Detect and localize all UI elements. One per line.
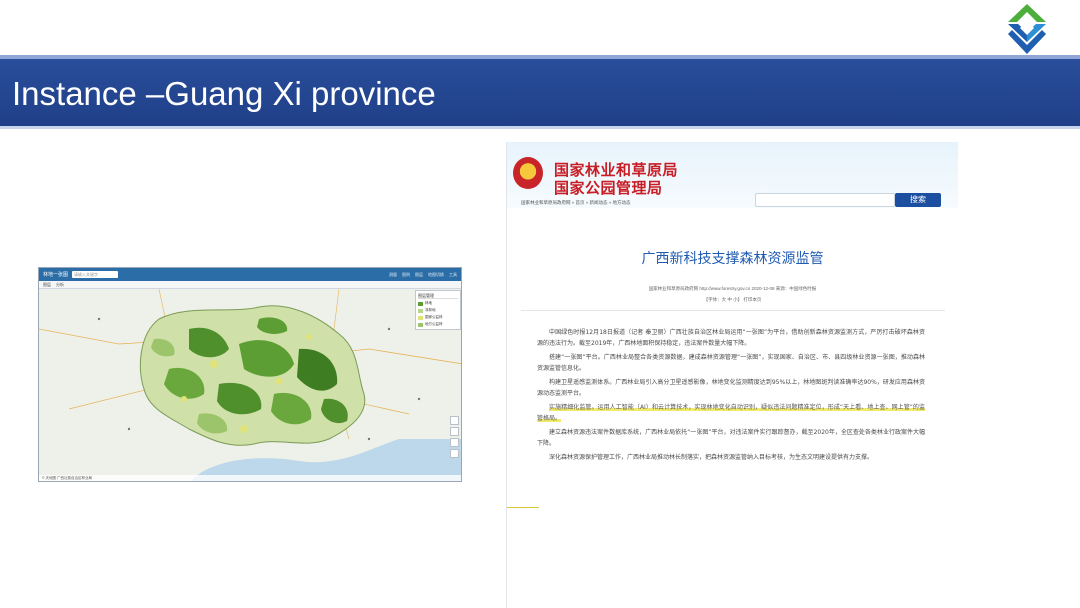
map-menu-legend[interactable]: 图例 (402, 272, 410, 278)
article-paragraph: 深化森林资源保护管理工作，广西林业局推动林长制落实，把森林资源监管纳入目标考核，… (549, 454, 874, 461)
map-top-bar: 林地一张图 请输入关键字 测量 图例 图层 地图切换 工具 (39, 268, 461, 281)
map-menu-switch[interactable]: 地图切换 (428, 272, 444, 278)
map-footer: © 天地图 广西壮族自治区林业局 (39, 475, 461, 481)
article-paragraph: 搭建“一张图”平台。广西林业局整合各类资源数据，建成森林资源管理“一张图”，实现… (537, 354, 925, 372)
map-tab-analysis[interactable]: 分析 (56, 282, 64, 288)
article-breadcrumb[interactable]: 国家林业和草原局政府网 » 首页 » 新闻动态 » 地方动态 (521, 200, 631, 206)
map-legend-item[interactable]: 国家公益林 (418, 315, 458, 320)
org-name-line2: 国家公园管理局 (554, 179, 663, 197)
article-divider (521, 310, 945, 311)
article-font-controls[interactable]: 【字体：大 中 小】 打印本页 (507, 297, 958, 303)
article-paragraph: 建立森林资源违法案件数据库系统，广西林业局依托“一张图”平台，对违法案件实行跟踪… (537, 429, 925, 447)
legend-swatch (418, 301, 423, 306)
guangxi-forest-map[interactable] (39, 289, 462, 482)
map-legend-header: 图层管理 (418, 293, 458, 299)
zoom-out-icon[interactable] (450, 427, 459, 436)
fullscreen-icon[interactable] (450, 449, 459, 458)
news-article-screenshot: 国家林业和草原局 国家公园管理局 搜索 国家林业和草原局政府网 » 首页 » 新… (506, 142, 958, 608)
article-meta: 国家林业和草原局政府网 http://www.forestry.gov.cn 2… (648, 286, 817, 291)
title-band: Instance –Guang Xi province (0, 55, 1080, 129)
article-paragraph: 中国绿色时报12月18日报道（记者 秦卫丽）广西壮族自治区林业局运用“一张图”为… (537, 329, 925, 347)
map-menu-measure[interactable]: 测量 (389, 272, 397, 278)
article-paragraph: 构建卫星遥感监测体系。广西林业局引入高分卫星遥感影像，林地变化监测精度达到95%… (537, 379, 925, 397)
map-search-input[interactable]: 请输入关键字 (72, 271, 119, 278)
article-site-header: 国家林业和草原局 国家公园管理局 搜索 (507, 142, 958, 208)
map-legend-item[interactable]: 地方公益林 (418, 322, 458, 327)
map-legend-item[interactable]: 非林地 (418, 308, 458, 313)
map-menu: 测量 图例 图层 地图切换 工具 (389, 272, 457, 278)
article-search-input[interactable] (755, 193, 895, 207)
zoom-in-icon[interactable] (450, 416, 459, 425)
company-logo-icon (1008, 4, 1046, 54)
map-menu-tools[interactable]: 工具 (449, 272, 457, 278)
map-brand: 林地一张图 (43, 272, 69, 278)
article-search-button[interactable]: 搜索 (895, 193, 941, 207)
map-tool-column (450, 416, 460, 458)
map-legend-item[interactable]: 林地 (418, 301, 458, 306)
forest-map-screenshot: 林地一张图 请输入关键字 测量 图例 图层 地图切换 工具 图层 分析 图层管理… (38, 267, 462, 482)
national-emblem-icon (513, 157, 543, 189)
map-sub-bar: 图层 分析 (39, 281, 461, 289)
map-menu-layers[interactable]: 图层 (415, 272, 423, 278)
legend-swatch (418, 322, 423, 327)
map-tab-layers[interactable]: 图层 (43, 282, 51, 288)
article-paragraph-highlighted: 实施精细化监管。运用人工智能（AI）和云计算技术，实现林地变化自动识别，疑似违法… (537, 404, 925, 422)
highlight-pointer-line (507, 507, 539, 508)
article-body: 中国绿色时报12月18日报道（记者 秦卫丽）广西壮族自治区林业局运用“一张图”为… (537, 328, 925, 468)
slide-title: Instance –Guang Xi province (12, 75, 436, 112)
locate-icon[interactable] (450, 438, 459, 447)
legend-swatch (418, 315, 423, 320)
article-title: 广西新科技支撑森林资源监管 (641, 251, 824, 267)
legend-swatch (418, 308, 423, 313)
map-legend-panel: 图层管理 林地 非林地 国家公益林 地方公益林 (415, 290, 461, 330)
